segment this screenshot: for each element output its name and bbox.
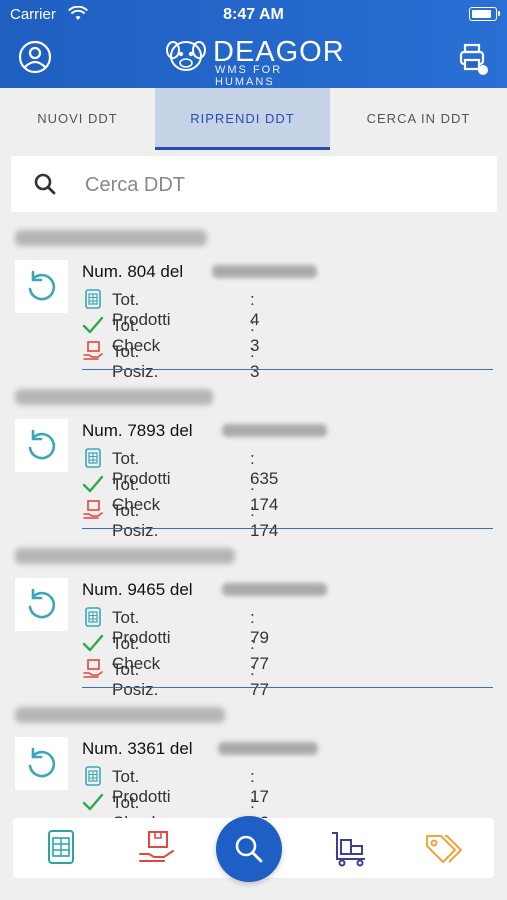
tot-posiz-value: : 3 [250, 342, 260, 381]
printer-icon[interactable] [455, 40, 491, 76]
cart-box-icon[interactable] [329, 828, 369, 868]
status-bar: Carrier 8:47 AM [0, 0, 507, 30]
tot-posiz-label: Tot. Posiz. [112, 342, 159, 381]
undo-icon [28, 429, 56, 460]
ddt-number: Num. 3361 del [82, 739, 193, 758]
document-icon [85, 607, 101, 627]
ddt-number: Num. 7893 del [82, 421, 193, 440]
checkmark-icon [82, 316, 104, 334]
resume-button[interactable] [15, 737, 68, 790]
tags-icon[interactable] [423, 828, 463, 868]
hand-box-icon [83, 659, 103, 678]
ddt-number: Num. 9465 del [82, 580, 193, 599]
document-icon [85, 289, 101, 309]
tab-nuovi-ddt[interactable]: NUOVI DDT [0, 88, 155, 150]
document-icon [85, 448, 101, 468]
ddt-item[interactable]: Num. 804 del Tot. Prodotti : 4 Tot. Chec… [0, 222, 507, 382]
search-bar [11, 156, 497, 212]
search-input[interactable] [83, 168, 477, 202]
hand-box-icon[interactable] [137, 828, 177, 868]
hand-box-icon [83, 500, 103, 519]
search-fab-button[interactable] [216, 816, 282, 882]
checkmark-icon [82, 475, 104, 493]
ddt-date-redacted [218, 742, 318, 755]
tab-bar: NUOVI DDT RIPRENDI DDT CERCA IN DDT [0, 88, 507, 150]
mascot-icon [166, 41, 206, 71]
brand-tagline: WMS FOR HUMANS [215, 64, 283, 88]
separator [82, 528, 493, 529]
customer-name-redacted [15, 707, 225, 723]
search-icon [235, 835, 263, 863]
undo-icon [28, 747, 56, 778]
resume-button[interactable] [15, 419, 68, 472]
app-header: Carrier 8:47 AM DEAGOR WMS FOR HUMANS [0, 0, 507, 88]
checkmark-icon [82, 793, 104, 811]
search-icon [34, 173, 56, 195]
tab-riprendi-ddt[interactable]: RIPRENDI DDT [155, 88, 330, 150]
separator [82, 369, 493, 370]
separator [82, 687, 493, 688]
brand-logo: DEAGOR WMS FOR HUMANS [165, 36, 345, 88]
battery-icon [469, 7, 500, 21]
user-circle-icon[interactable] [18, 40, 52, 74]
tot-posiz-label: Tot. Posiz. [112, 660, 159, 699]
document-icon [85, 766, 101, 786]
ddt-item[interactable]: Num. 9465 del Tot. Prodotti : 79 Tot. Ch… [0, 540, 507, 700]
tot-posiz-value: : 174 [250, 501, 279, 540]
document-icon[interactable] [41, 828, 81, 868]
hand-box-icon [83, 341, 103, 360]
customer-name-redacted [15, 230, 207, 246]
tab-cerca-in-ddt[interactable]: CERCA IN DDT [330, 88, 507, 150]
ddt-date-redacted [222, 424, 327, 437]
resume-button[interactable] [15, 578, 68, 631]
status-time: 8:47 AM [223, 6, 284, 23]
ddt-date-redacted [222, 583, 327, 596]
ddt-item[interactable]: Num. 7893 del Tot. Prodotti : 635 Tot. C… [0, 381, 507, 541]
resume-button[interactable] [15, 260, 68, 313]
tot-posiz-value: : 77 [250, 660, 269, 699]
tot-posiz-label: Tot. Posiz. [112, 501, 159, 540]
customer-name-redacted [15, 548, 235, 564]
ddt-date-redacted [212, 265, 317, 278]
checkmark-icon [82, 634, 104, 652]
ddt-number: Num. 804 del [82, 262, 184, 281]
undo-icon [28, 270, 56, 301]
customer-name-redacted [15, 389, 213, 405]
undo-icon [28, 588, 56, 619]
